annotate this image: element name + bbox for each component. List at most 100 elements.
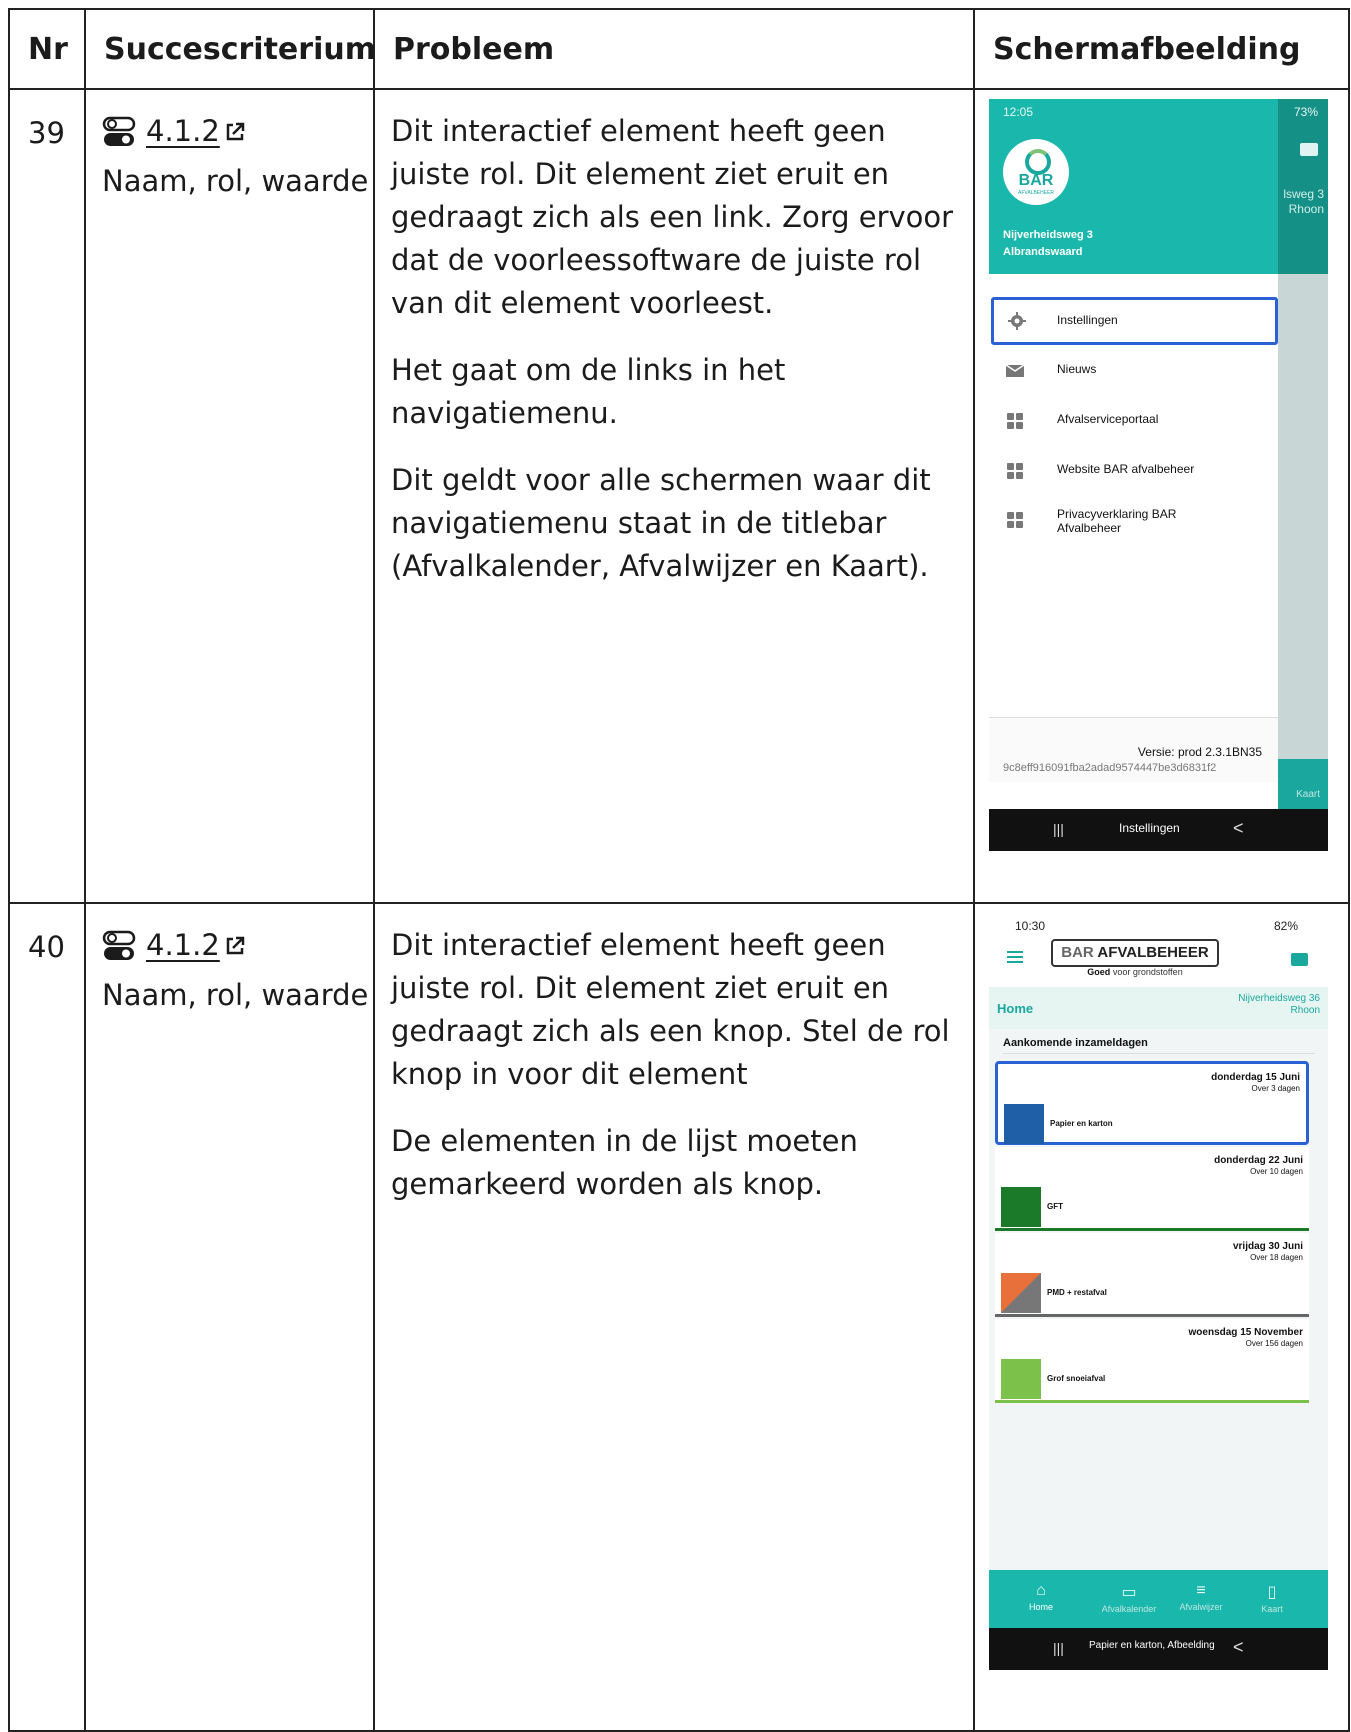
card-date: vrijdag 30 Juni Over 18 dagen [1233, 1241, 1303, 1263]
nav-afvalwijzer[interactable]: ≡ Afvalwijzer [1161, 1582, 1241, 1612]
collection-card[interactable]: woensdag 15 November Over 156 dagen Grof … [995, 1319, 1309, 1403]
nav-label: Afvalkalender [1101, 1604, 1157, 1614]
criterion-code: 4.1.2 [146, 928, 220, 962]
address-line: Nijverheidsweg 3 [1003, 229, 1093, 241]
nav-label: Kaart [1261, 1604, 1283, 1614]
bar-logo: BAR AFVALBEHEER [1003, 139, 1069, 205]
collection-card[interactable]: donderdag 22 Juni Over 10 dagen GFT [995, 1147, 1309, 1231]
problem-paragraph: Dit geldt voor alle schermen waar dit na… [391, 463, 931, 583]
status-bar-right: 73% [989, 99, 1328, 123]
problem-paragraph: Dit interactief element heeft geen juist… [391, 114, 954, 320]
bg-address-line: Rhoon [1288, 202, 1324, 216]
header-problem: Probleem [373, 8, 975, 90]
card-label: Grof snoeiafval [1047, 1374, 1106, 1383]
card-date-text: donderdag 22 Juni [1214, 1155, 1303, 1166]
address-line: Rhoon [1290, 1005, 1320, 1016]
menu-item-nieuws[interactable]: Nieuws [989, 347, 1278, 395]
criterion-code: 4.1.2 [146, 114, 220, 148]
card-countdown: Over 156 dagen [1245, 1339, 1303, 1348]
bg-nav-label: Kaart [1296, 789, 1320, 800]
mail-icon [1300, 143, 1318, 156]
screen-reader-caption: Instellingen [1119, 821, 1180, 835]
version-line: Versie: prod 2.3.1BN35 [1137, 745, 1262, 759]
nav-home[interactable]: ⌂ Home [1001, 1582, 1081, 1612]
menu-item-instellingen[interactable]: Instellingen [991, 297, 1278, 345]
app-header: BAR AFVALBEHEER Goed voor grondstoffen [989, 935, 1328, 987]
divider [1003, 1053, 1315, 1054]
gft-icon [1001, 1187, 1041, 1227]
recent-apps-icon[interactable]: ||| [1053, 1640, 1064, 1656]
problem-paragraph: De elementen in de lijst moeten gemarkee… [391, 1124, 858, 1201]
toggle-icon [102, 116, 136, 146]
criterion-name: Naam, rol, waarde [102, 977, 369, 1012]
bg-address-line: lsweg 3 [1283, 187, 1324, 201]
battery-level: 73% [1293, 105, 1318, 119]
criterion-link[interactable]: 4.1.2 [146, 924, 246, 967]
menu-item-privacyverklaring[interactable]: Privacyverklaring BAR Afvalbeheer [989, 497, 1278, 545]
header-criterion: Succescriterium [84, 8, 376, 90]
table-row: 39 4.1.2 Naam, rol, waarde Dit interacti… [8, 88, 1350, 904]
back-icon[interactable]: < [1233, 1637, 1244, 1658]
address-line: Albrandswaard [1003, 246, 1083, 258]
row-number: 40 [8, 902, 86, 1732]
search-list-icon: ≡ [1196, 1582, 1206, 1599]
problem-cell: Dit interactief element heeft geen juist… [373, 902, 975, 1732]
recent-apps-icon[interactable]: ||| [1053, 821, 1064, 837]
logo-bar: BAR [1061, 944, 1094, 961]
grid-icon [1007, 512, 1023, 528]
card-accent-line [995, 1314, 1309, 1317]
criterion-name: Naam, rol, waarde [102, 163, 369, 198]
home-icon: ⌂ [1036, 1582, 1046, 1599]
card-date: donderdag 22 Juni Over 10 dagen [1214, 1155, 1303, 1177]
card-accent-line [995, 1400, 1309, 1403]
screenshot-cell: lsweg 3 Rhoon Kaart 12:05 BAR AFVALBEHEER [973, 88, 1350, 904]
menu-item-afvalserviceportaal[interactable]: Afvalserviceportaal [989, 397, 1278, 445]
toggle-icon [102, 930, 136, 960]
card-date-text: woensdag 15 November [1188, 1327, 1303, 1338]
bar-logo: BAR AFVALBEHEER [1051, 939, 1219, 967]
logo-main: AFVALBEHEER [1097, 944, 1209, 961]
page-title: Home [997, 1001, 1034, 1016]
menu-item-label: Afvalserviceportaal [1057, 412, 1159, 426]
card-date-text: donderdag 15 Juni [1211, 1072, 1300, 1083]
mail-icon [1006, 364, 1024, 377]
collection-card[interactable]: donderdag 15 Juni Over 3 dagen Papier en … [995, 1061, 1309, 1145]
pmd-restafval-icon [1001, 1273, 1041, 1313]
menu-item-label: Instellingen [1057, 313, 1118, 327]
nav-afvalkalender[interactable]: ▭ Afvalkalender [1089, 1582, 1169, 1614]
logo-text: BAR [1018, 172, 1054, 189]
findings-table: Nr Succescriterium Probleem Schermafbeel… [8, 8, 1350, 1732]
menu-item-label: Privacyverklaring BAR Afvalbeheer [1057, 507, 1177, 535]
build-hash: 9c8eff916091fba2adad9574447be3d6831f2 [1003, 762, 1217, 774]
card-countdown: Over 3 dagen [1251, 1084, 1300, 1093]
version-info: Versie: prod 2.3.1BN35 9c8eff916091fba2a… [989, 717, 1278, 782]
status-bar: 10:30 82% [989, 913, 1328, 935]
nav-kaart[interactable]: ▯ Kaart [1232, 1582, 1312, 1614]
menu-item-label: Website BAR afvalbeheer [1057, 462, 1195, 476]
hamburger-menu-icon[interactable] [1007, 951, 1023, 966]
collection-card[interactable]: vrijdag 30 Juni Over 18 dagen PMD + resta… [995, 1233, 1309, 1317]
table-row: 40 4.1.2 Naam, rol, waarde Dit interacti… [8, 902, 1350, 1732]
card-label: Papier en karton [1050, 1119, 1113, 1128]
card-date: woensdag 15 November Over 156 dagen [1189, 1327, 1303, 1349]
logo-subtext: AFVALBEHEER [1017, 190, 1055, 196]
bottom-navigation: ⌂ Home ▭ Afvalkalender ≡ Afvalwijzer ▯ Kaart [989, 1570, 1328, 1628]
paper-icon [1004, 1104, 1044, 1144]
card-date: donderdag 15 Juni Over 3 dagen [1211, 1072, 1300, 1094]
row-number: 39 [8, 88, 86, 904]
background-address: lsweg 3 Rhoon [1283, 187, 1324, 217]
card-label: GFT [1047, 1202, 1063, 1211]
back-icon[interactable]: < [1233, 818, 1244, 839]
map-icon: ▯ [1267, 1584, 1277, 1601]
menu-item-website[interactable]: Website BAR afvalbeheer [989, 447, 1278, 495]
menu-item-label: Nieuws [1057, 362, 1097, 376]
background-bottom-nav [1278, 759, 1328, 809]
header-screenshot: Schermafbeelding [973, 8, 1350, 90]
mail-icon[interactable] [1291, 953, 1308, 966]
criterion-link[interactable]: 4.1.2 [146, 110, 246, 153]
subheader-address: Nijverheidsweg 36 Rhoon [1238, 993, 1320, 1017]
pruning-waste-icon [1001, 1359, 1041, 1399]
app-screenshot-home: 10:30 82% BAR AFVALBEHEER Goed voor gron… [989, 913, 1328, 1670]
system-nav-bar: ||| Papier en karton, Afbeelding < [989, 1628, 1328, 1670]
tagline-bold: Goed [1087, 967, 1111, 977]
